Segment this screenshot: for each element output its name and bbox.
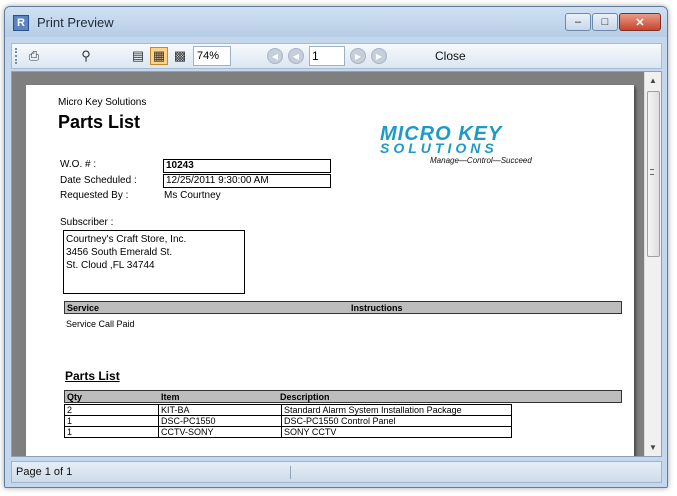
four-page-view-icon[interactable]: ▩ bbox=[171, 47, 189, 65]
parts-header-row: Qty Item Description bbox=[64, 390, 622, 403]
close-button[interactable]: Close bbox=[435, 49, 466, 63]
item-cell: DSC-PC1550 bbox=[158, 415, 282, 427]
report-page: Micro Key Solutions Parts List MICRO KEY… bbox=[26, 85, 634, 456]
date-label: Date Scheduled : bbox=[60, 175, 137, 186]
preview-area[interactable]: Micro Key Solutions Parts List MICRO KEY… bbox=[11, 71, 662, 457]
item-cell: CCTV-SONY bbox=[158, 426, 282, 438]
first-page-icon[interactable]: ◀ bbox=[267, 48, 283, 64]
description-cell: Standard Alarm System Installation Packa… bbox=[281, 404, 512, 416]
two-page-view-icon[interactable]: ▦ bbox=[150, 47, 168, 65]
table-row: 1 DSC-PC1550 DSC-PC1550 Control Panel bbox=[64, 415, 512, 427]
service-header: Service bbox=[67, 303, 100, 313]
logo-tagline: Manage—Control—Succeed bbox=[430, 156, 532, 165]
zoom-field[interactable]: 74% bbox=[193, 46, 231, 66]
last-page-icon[interactable]: ▶ bbox=[371, 48, 387, 64]
description-cell: SONY CCTV bbox=[281, 426, 512, 438]
table-row: 1 CCTV-SONY SONY CCTV bbox=[64, 426, 512, 438]
logo-text-sub: SOLUTIONS bbox=[380, 140, 498, 156]
print-preview-window: R Print Preview – □ ✕ ⎙ ⚲ ▤ ▦ ▩ 74% ◀ ◀ … bbox=[4, 6, 668, 488]
qty-header: Qty bbox=[67, 392, 83, 402]
previous-page-icon[interactable]: ◀ bbox=[288, 48, 304, 64]
find-icon[interactable]: ⚲ bbox=[77, 47, 95, 65]
parts-heading: Parts List bbox=[65, 369, 120, 383]
status-bar: Page 1 of 1 bbox=[11, 461, 662, 483]
item-cell: KIT-BA bbox=[158, 404, 282, 416]
qty-cell: 1 bbox=[64, 415, 159, 427]
vertical-scrollbar[interactable]: ▲ ▼ bbox=[644, 72, 661, 456]
wo-label: W.O. # : bbox=[60, 159, 97, 170]
app-icon: R bbox=[13, 15, 29, 31]
one-page-view-icon[interactable]: ▤ bbox=[129, 47, 147, 65]
page-status: Page 1 of 1 bbox=[16, 466, 73, 478]
parts-table: 2 KIT-BA Standard Alarm System Installat… bbox=[64, 404, 512, 438]
description-cell: DSC-PC1550 Control Panel bbox=[281, 415, 512, 427]
toolbar: ⎙ ⚲ ▤ ▦ ▩ 74% ◀ ◀ 1 ▶ ▶ Close bbox=[11, 43, 662, 69]
subscriber-label: Subscriber : bbox=[60, 217, 114, 228]
item-header: Item bbox=[161, 392, 180, 402]
company-logo: MICRO KEY SOLUTIONS Manage—Control—Succe… bbox=[380, 123, 608, 165]
print-icon[interactable]: ⎙ bbox=[25, 47, 43, 65]
maximize-button[interactable]: □ bbox=[592, 13, 618, 31]
window-title: Print Preview bbox=[37, 15, 114, 30]
minimize-button[interactable]: – bbox=[565, 13, 591, 31]
scroll-up-icon[interactable]: ▲ bbox=[649, 76, 657, 85]
requested-value: Ms Courtney bbox=[164, 190, 221, 201]
qty-cell: 1 bbox=[64, 426, 159, 438]
requested-label: Requested By : bbox=[60, 190, 129, 201]
toolbar-grip[interactable] bbox=[15, 48, 19, 64]
wo-value: 10243 bbox=[163, 159, 331, 173]
service-value: Service Call Paid bbox=[66, 319, 135, 329]
instructions-header: Instructions bbox=[351, 303, 403, 313]
address-line: St. Cloud ,FL 34744 bbox=[66, 260, 155, 271]
report-title: Parts List bbox=[58, 112, 141, 132]
table-row: 2 KIT-BA Standard Alarm System Installat… bbox=[64, 404, 512, 416]
close-window-button[interactable]: ✕ bbox=[619, 13, 661, 31]
scroll-down-icon[interactable]: ▼ bbox=[649, 443, 657, 452]
scroll-thumb-grip bbox=[650, 169, 654, 175]
next-page-icon[interactable]: ▶ bbox=[350, 48, 366, 64]
status-separator bbox=[290, 466, 291, 479]
date-value: 12/25/2011 9:30:00 AM bbox=[163, 174, 331, 188]
service-header-row: Service Instructions bbox=[64, 301, 622, 314]
description-header: Description bbox=[280, 392, 330, 402]
title-bar[interactable]: R Print Preview – □ ✕ bbox=[5, 7, 667, 37]
page-number-input[interactable]: 1 bbox=[309, 46, 345, 66]
qty-cell: 2 bbox=[64, 404, 159, 416]
company-name: Micro Key Solutions bbox=[58, 97, 147, 108]
